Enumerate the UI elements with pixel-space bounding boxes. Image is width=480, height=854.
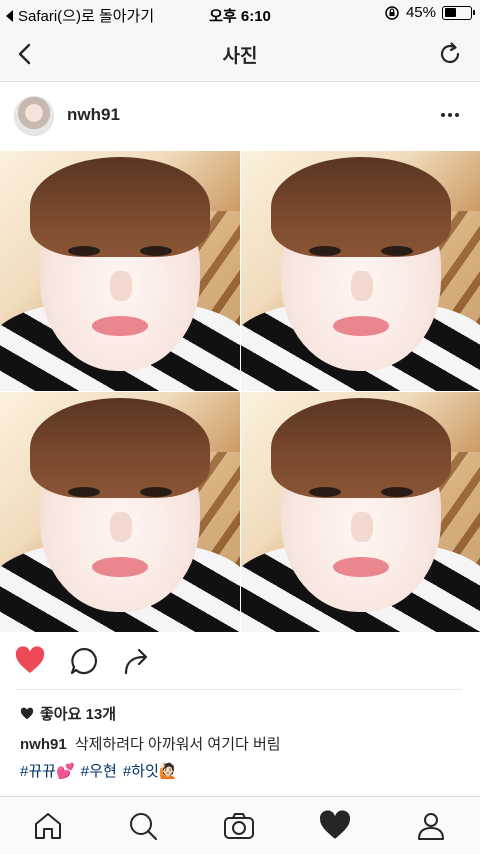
battery-percent: 45% <box>405 4 436 21</box>
avatar[interactable] <box>14 96 54 136</box>
rotation-lock-icon <box>385 5 399 20</box>
page-title: 사진 <box>222 46 258 67</box>
likes-label: 좋아요 13개 <box>40 706 117 723</box>
share-icon[interactable] <box>122 645 154 677</box>
nav-bar: 사진 <box>0 28 480 82</box>
likes-count[interactable]: 좋아요 13개 <box>20 703 116 724</box>
status-right: 45% <box>384 4 475 21</box>
hashtags: #뀨뀨💕 #우현 #하잇🙋🏻 <box>20 760 180 781</box>
photo-tile <box>0 392 240 632</box>
search-icon[interactable] <box>126 809 160 843</box>
caption-text: 삭제하려다 아까워서 여기다 버림 <box>74 736 281 753</box>
photo-tile <box>241 392 480 632</box>
comment-icon[interactable] <box>68 645 100 677</box>
tab-bar <box>0 796 480 854</box>
post-actions <box>0 631 480 689</box>
heart-filled-icon[interactable] <box>318 809 352 843</box>
refresh-icon[interactable] <box>436 40 464 68</box>
hashtag[interactable]: #하잇🙋🏻 <box>123 763 178 780</box>
photo-tile <box>0 151 240 391</box>
camera-icon[interactable] <box>222 809 256 843</box>
home-icon[interactable] <box>31 809 65 843</box>
caption: nwh91 삭제하려다 아까워서 여기다 버림 <box>20 733 281 754</box>
heart-filled-icon[interactable] <box>14 645 46 677</box>
hashtag[interactable]: #우현 <box>81 763 117 780</box>
post-username[interactable]: nwh91 <box>67 105 120 125</box>
battery-fill <box>444 8 456 17</box>
status-bar: Safari(으)로 돌아가기 오후 6:10 45% <box>0 0 480 28</box>
more-horizontal-icon[interactable] <box>436 101 464 129</box>
profile-icon[interactable] <box>414 809 448 843</box>
battery-icon <box>442 5 475 20</box>
post-photo[interactable] <box>0 151 480 632</box>
photo-tile <box>241 151 480 391</box>
small-heart-icon <box>20 707 34 719</box>
post-header: nwh91 <box>0 83 480 151</box>
divider <box>16 689 462 690</box>
hashtag[interactable]: #뀨뀨💕 <box>20 763 75 780</box>
caption-username[interactable]: nwh91 <box>20 736 67 753</box>
